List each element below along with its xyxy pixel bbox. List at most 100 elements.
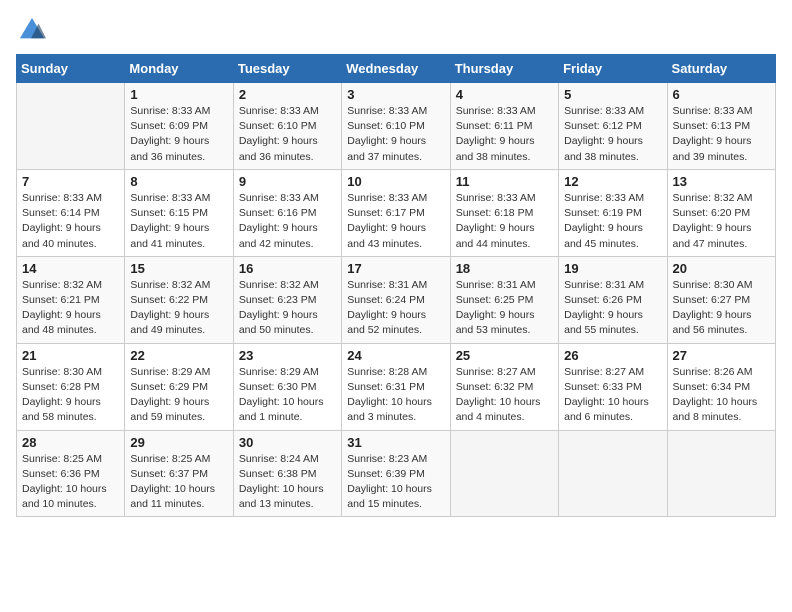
calendar-cell	[667, 430, 775, 517]
day-number: 28	[22, 435, 119, 450]
calendar-cell: 22Sunrise: 8:29 AMSunset: 6:29 PMDayligh…	[125, 343, 233, 430]
day-detail: Sunrise: 8:24 AMSunset: 6:38 PMDaylight:…	[239, 452, 336, 513]
logo-icon	[18, 16, 46, 44]
calendar-header-row: SundayMondayTuesdayWednesdayThursdayFrid…	[17, 55, 776, 83]
day-detail: Sunrise: 8:27 AMSunset: 6:33 PMDaylight:…	[564, 365, 661, 426]
calendar-cell: 17Sunrise: 8:31 AMSunset: 6:24 PMDayligh…	[342, 256, 450, 343]
day-number: 12	[564, 174, 661, 189]
calendar-cell: 1Sunrise: 8:33 AMSunset: 6:09 PMDaylight…	[125, 83, 233, 170]
page-header	[16, 16, 776, 44]
calendar-cell: 26 Sunrise: 8:27 AMSunset: 6:33 PMDayligh…	[559, 343, 667, 430]
calendar-cell: 2Sunrise: 8:33 AMSunset: 6:10 PMDaylight…	[233, 83, 341, 170]
calendar-cell: 30 Sunrise: 8:24 AMSunset: 6:38 PMDayligh…	[233, 430, 341, 517]
day-number: 26	[564, 348, 661, 363]
calendar-cell: 28 Sunrise: 8:25 AMSunset: 6:36 PMDayligh…	[17, 430, 125, 517]
day-detail: Sunrise: 8:32 AMSunset: 6:20 PMDaylight:…	[673, 191, 770, 252]
calendar-cell: 25 Sunrise: 8:27 AMSunset: 6:32 PMDayligh…	[450, 343, 558, 430]
calendar-cell: 13 Sunrise: 8:32 AMSunset: 6:20 PMDayligh…	[667, 169, 775, 256]
day-number: 17	[347, 261, 444, 276]
calendar-cell: 27 Sunrise: 8:26 AMSunset: 6:34 PMDayligh…	[667, 343, 775, 430]
calendar-week-row: 28 Sunrise: 8:25 AMSunset: 6:36 PMDayligh…	[17, 430, 776, 517]
calendar-header-friday: Friday	[559, 55, 667, 83]
calendar-cell: 10 Sunrise: 8:33 AMSunset: 6:17 PMDayligh…	[342, 169, 450, 256]
calendar-table: SundayMondayTuesdayWednesdayThursdayFrid…	[16, 54, 776, 517]
day-number: 24	[347, 348, 444, 363]
day-detail: Sunrise: 8:31 AMSunset: 6:26 PMDaylight:…	[564, 278, 661, 339]
calendar-cell: 7 Sunrise: 8:33 AMSunset: 6:14 PMDaylight…	[17, 169, 125, 256]
calendar-header-tuesday: Tuesday	[233, 55, 341, 83]
day-detail: Sunrise: 8:25 AMSunset: 6:36 PMDaylight:…	[22, 452, 119, 513]
day-number: 27	[673, 348, 770, 363]
calendar-cell: 9 Sunrise: 8:33 AMSunset: 6:16 PMDaylight…	[233, 169, 341, 256]
calendar-header-thursday: Thursday	[450, 55, 558, 83]
day-detail: Sunrise: 8:33 AMSunset: 6:16 PMDaylight:…	[239, 191, 336, 252]
calendar-cell: 11Sunrise: 8:33 AMSunset: 6:18 PMDayligh…	[450, 169, 558, 256]
calendar-cell: 8 Sunrise: 8:33 AMSunset: 6:15 PMDaylight…	[125, 169, 233, 256]
day-number: 25	[456, 348, 553, 363]
day-number: 8	[130, 174, 227, 189]
day-number: 9	[239, 174, 336, 189]
calendar-header-monday: Monday	[125, 55, 233, 83]
calendar-cell: 29 Sunrise: 8:25 AMSunset: 6:37 PMDayligh…	[125, 430, 233, 517]
calendar-week-row: 7 Sunrise: 8:33 AMSunset: 6:14 PMDaylight…	[17, 169, 776, 256]
day-detail: Sunrise: 8:32 AMSunset: 6:23 PMDaylight:…	[239, 278, 336, 339]
calendar-cell: 31 Sunrise: 8:23 AMSunset: 6:39 PMDayligh…	[342, 430, 450, 517]
day-detail: Sunrise: 8:33 AMSunset: 6:13 PMDaylight:…	[673, 104, 770, 165]
day-number: 19	[564, 261, 661, 276]
day-detail: Sunrise: 8:23 AMSunset: 6:39 PMDaylight:…	[347, 452, 444, 513]
calendar-cell: 19 Sunrise: 8:31 AMSunset: 6:26 PMDayligh…	[559, 256, 667, 343]
calendar-cell: 18 Sunrise: 8:31 AMSunset: 6:25 PMDayligh…	[450, 256, 558, 343]
day-number: 7	[22, 174, 119, 189]
day-number: 29	[130, 435, 227, 450]
day-detail: Sunrise: 8:33 AMSunset: 6:14 PMDaylight:…	[22, 191, 119, 252]
day-detail: Sunrise: 8:33 AMSunset: 6:17 PMDaylight:…	[347, 191, 444, 252]
day-number: 6	[673, 87, 770, 102]
day-detail: Sunrise: 8:33 AMSunset: 6:12 PMDaylight:…	[564, 104, 661, 165]
day-number: 30	[239, 435, 336, 450]
day-detail: Sunrise: 8:28 AMSunset: 6:31 PMDaylight:…	[347, 365, 444, 426]
day-number: 20	[673, 261, 770, 276]
day-detail: Sunrise: 8:27 AMSunset: 6:32 PMDaylight:…	[456, 365, 553, 426]
day-number: 18	[456, 261, 553, 276]
day-number: 16	[239, 261, 336, 276]
day-number: 23	[239, 348, 336, 363]
day-detail: Sunrise: 8:30 AMSunset: 6:28 PMDaylight:…	[22, 365, 119, 426]
calendar-header-wednesday: Wednesday	[342, 55, 450, 83]
day-number: 5	[564, 87, 661, 102]
day-number: 14	[22, 261, 119, 276]
day-detail: Sunrise: 8:33 AMSunset: 6:10 PMDaylight:…	[239, 104, 336, 165]
calendar-cell: 23 Sunrise: 8:29 AMSunset: 6:30 PMDayligh…	[233, 343, 341, 430]
day-number: 15	[130, 261, 227, 276]
day-detail: Sunrise: 8:33 AMSunset: 6:09 PMDaylight:…	[130, 104, 227, 165]
day-number: 13	[673, 174, 770, 189]
calendar-cell: 6 Sunrise: 8:33 AMSunset: 6:13 PMDaylight…	[667, 83, 775, 170]
calendar-cell: 4 Sunrise: 8:33 AMSunset: 6:11 PMDaylight…	[450, 83, 558, 170]
calendar-week-row: 21Sunrise: 8:30 AMSunset: 6:28 PMDayligh…	[17, 343, 776, 430]
day-detail: Sunrise: 8:33 AMSunset: 6:19 PMDaylight:…	[564, 191, 661, 252]
day-number: 22	[130, 348, 227, 363]
day-detail: Sunrise: 8:29 AMSunset: 6:30 PMDaylight:…	[239, 365, 336, 426]
day-detail: Sunrise: 8:31 AMSunset: 6:25 PMDaylight:…	[456, 278, 553, 339]
calendar-cell: 21Sunrise: 8:30 AMSunset: 6:28 PMDayligh…	[17, 343, 125, 430]
calendar-cell: 12 Sunrise: 8:33 AMSunset: 6:19 PMDayligh…	[559, 169, 667, 256]
day-number: 10	[347, 174, 444, 189]
calendar-week-row: 14 Sunrise: 8:32 AMSunset: 6:21 PMDayligh…	[17, 256, 776, 343]
day-detail: Sunrise: 8:26 AMSunset: 6:34 PMDaylight:…	[673, 365, 770, 426]
logo	[16, 16, 46, 44]
day-detail: Sunrise: 8:33 AMSunset: 6:11 PMDaylight:…	[456, 104, 553, 165]
calendar-cell	[17, 83, 125, 170]
day-detail: Sunrise: 8:25 AMSunset: 6:37 PMDaylight:…	[130, 452, 227, 513]
calendar-header-saturday: Saturday	[667, 55, 775, 83]
day-number: 4	[456, 87, 553, 102]
calendar-cell	[450, 430, 558, 517]
day-detail: Sunrise: 8:32 AMSunset: 6:21 PMDaylight:…	[22, 278, 119, 339]
calendar-cell: 24 Sunrise: 8:28 AMSunset: 6:31 PMDayligh…	[342, 343, 450, 430]
day-detail: Sunrise: 8:33 AMSunset: 6:15 PMDaylight:…	[130, 191, 227, 252]
calendar-cell	[559, 430, 667, 517]
day-number: 31	[347, 435, 444, 450]
calendar-cell: 5 Sunrise: 8:33 AMSunset: 6:12 PMDaylight…	[559, 83, 667, 170]
calendar-cell: 15 Sunrise: 8:32 AMSunset: 6:22 PMDayligh…	[125, 256, 233, 343]
calendar-week-row: 1Sunrise: 8:33 AMSunset: 6:09 PMDaylight…	[17, 83, 776, 170]
day-detail: Sunrise: 8:32 AMSunset: 6:22 PMDaylight:…	[130, 278, 227, 339]
calendar-cell: 20Sunrise: 8:30 AMSunset: 6:27 PMDayligh…	[667, 256, 775, 343]
